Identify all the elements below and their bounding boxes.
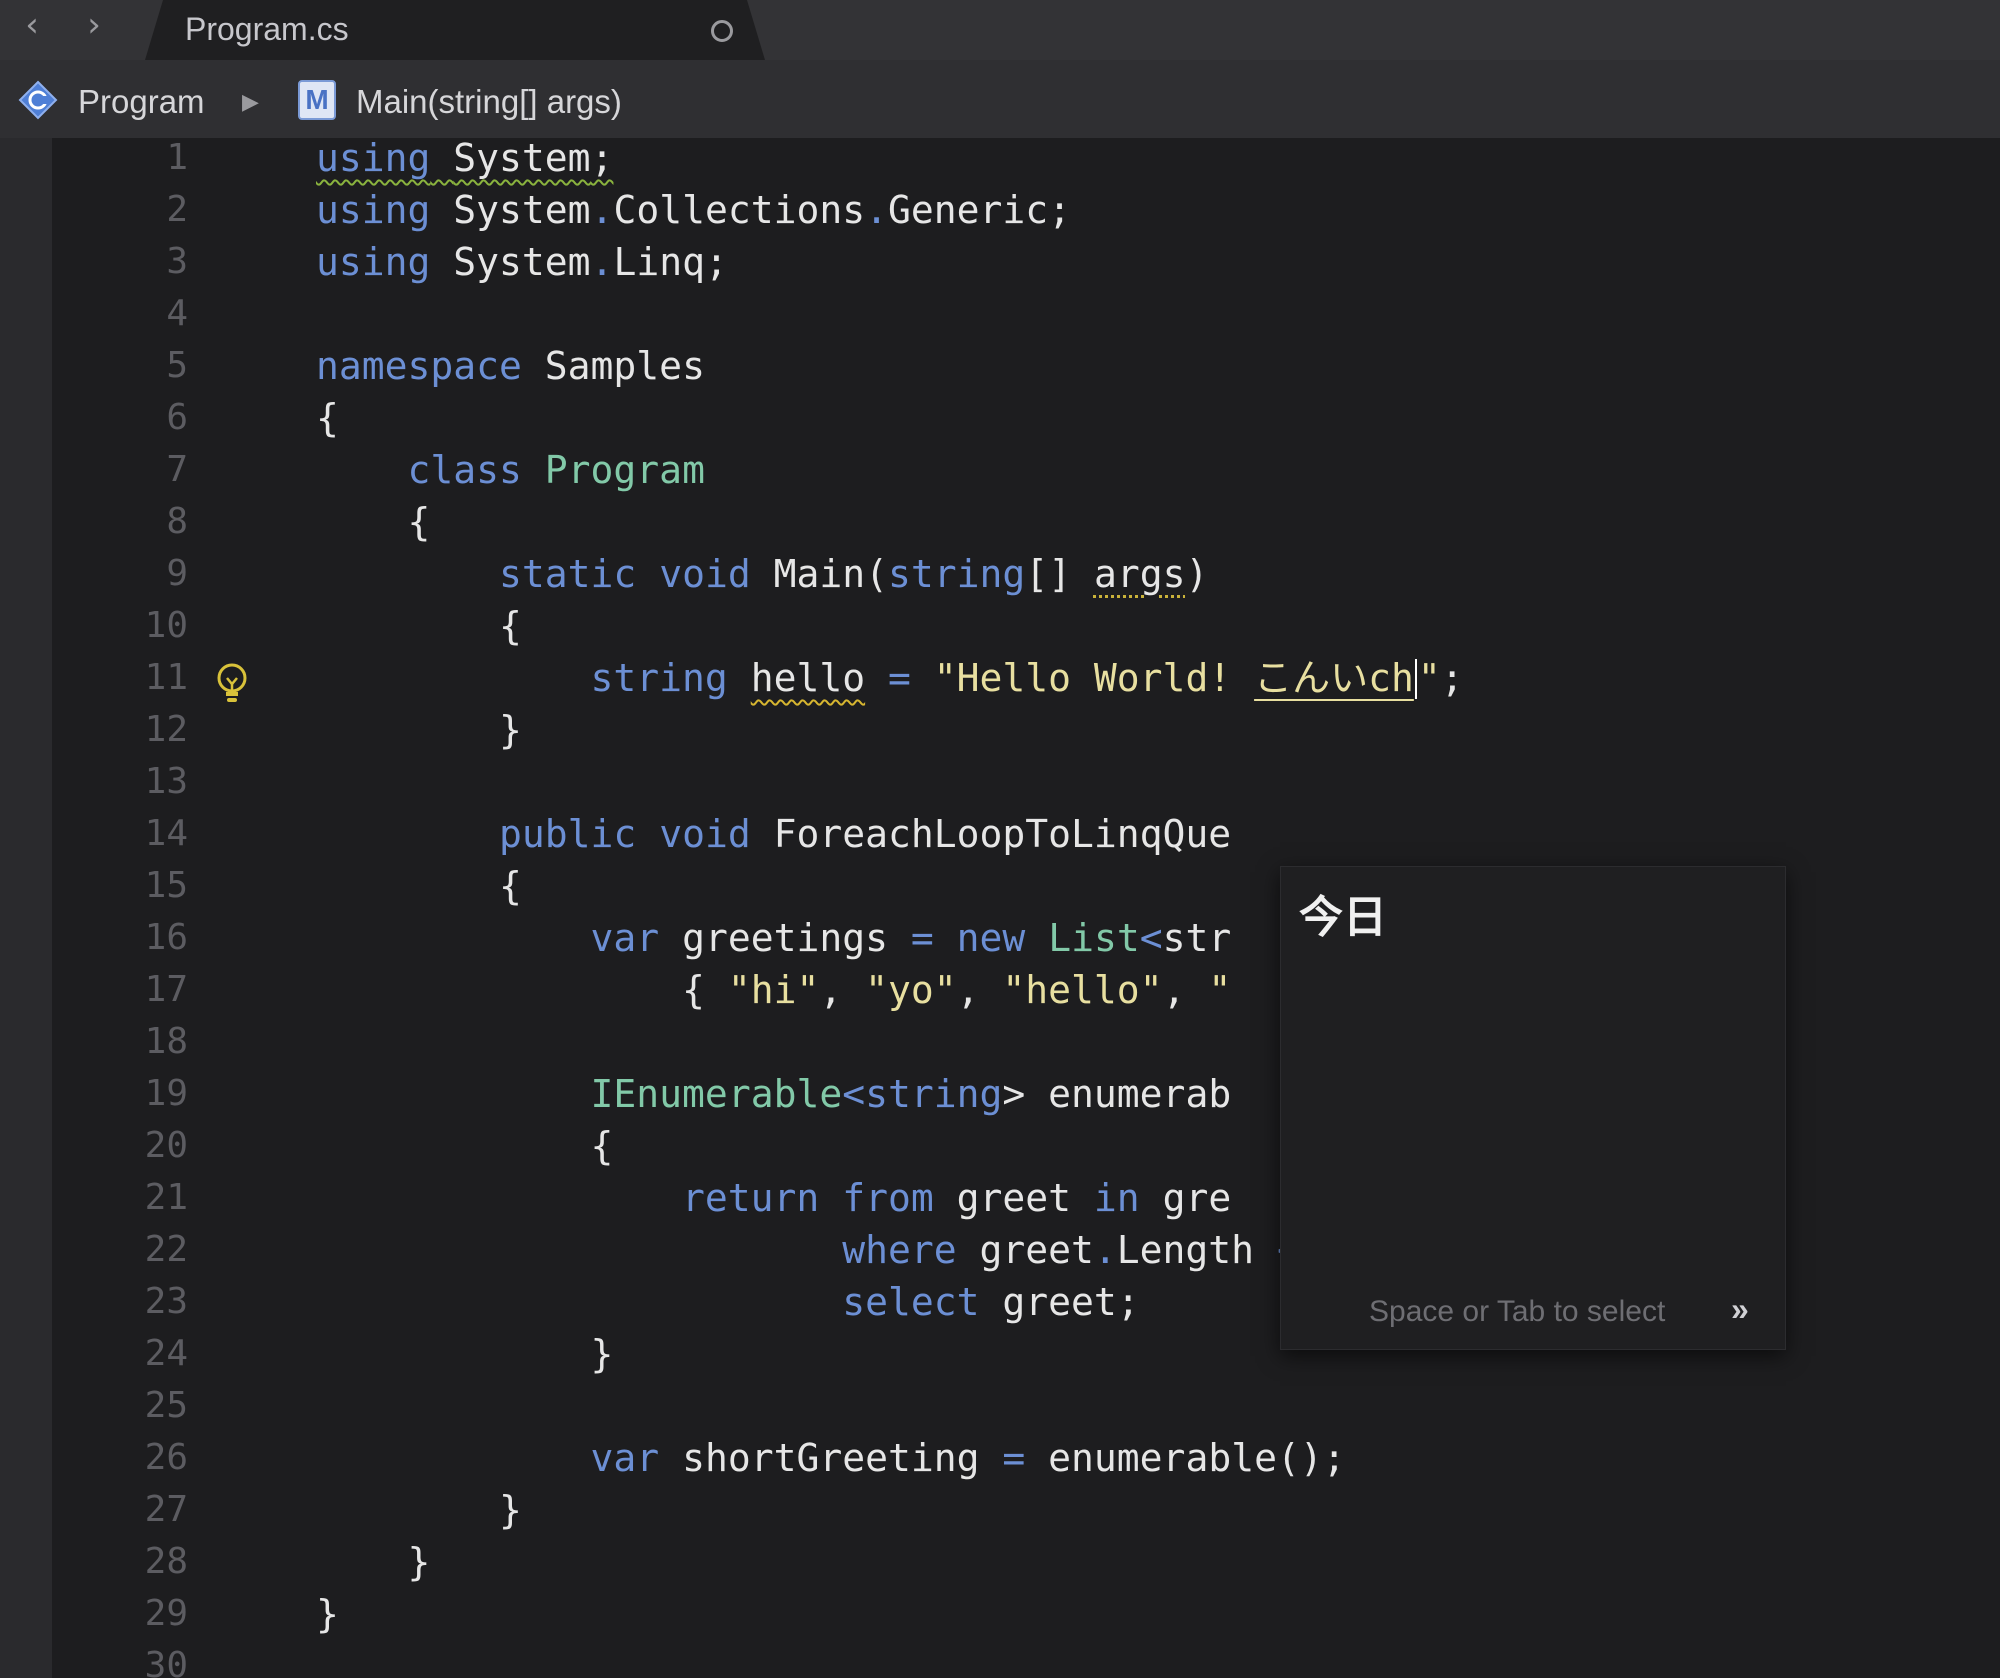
line-number: 4: [166, 293, 188, 334]
code-text[interactable]: namespace Samples: [316, 340, 705, 392]
line-number: 21: [144, 1177, 188, 1218]
class-icon: [18, 80, 58, 120]
code-text[interactable]: {: [316, 600, 522, 652]
code-text[interactable]: {: [316, 860, 522, 912]
code-line[interactable]: 12 }: [0, 704, 2000, 756]
code-text[interactable]: }: [316, 1588, 339, 1640]
tab-program-cs[interactable]: Program.cs: [145, 0, 765, 60]
line-number: 7: [166, 449, 188, 490]
code-line[interactable]: 27 }: [0, 1484, 2000, 1536]
code-text[interactable]: }: [316, 704, 522, 756]
code-line[interactable]: 8 {: [0, 496, 2000, 548]
line-number: 17: [144, 969, 188, 1010]
code-text[interactable]: }: [316, 1484, 522, 1536]
line-number: 29: [144, 1593, 188, 1634]
code-text[interactable]: {: [316, 392, 339, 444]
code-line[interactable]: 9 static void Main(string[] args): [0, 548, 2000, 600]
line-number: 24: [144, 1333, 188, 1374]
breadcrumb: Program ▶ M Main(string[] args): [0, 60, 2000, 138]
line-number: 20: [144, 1125, 188, 1166]
code-editor[interactable]: 1 using System; 2 using System.Collections.…: [0, 138, 2000, 1678]
code-line[interactable]: 11 string hello = "Hello World! こんいch ";: [0, 652, 2000, 704]
line-number: 22: [144, 1229, 188, 1270]
code-text[interactable]: string hello = "Hello World! こんいch ";: [316, 652, 1464, 704]
code-line[interactable]: 10 {: [0, 600, 2000, 652]
code-text[interactable]: using System.Collections.Generic;: [316, 184, 1071, 236]
line-number: 5: [166, 345, 188, 386]
code-line[interactable]: 29}: [0, 1588, 2000, 1640]
ime-candidate-popup[interactable]: 今日 Space or Tab to select »: [1280, 866, 1786, 1350]
code-text[interactable]: }: [316, 1536, 431, 1588]
lightbulb-icon[interactable]: [214, 662, 250, 706]
code-line[interactable]: 5 namespace Samples: [0, 340, 2000, 392]
circle-icon[interactable]: [711, 20, 733, 42]
tab-title: Program.cs: [185, 11, 349, 47]
code-line[interactable]: 28 }: [0, 1536, 2000, 1588]
code-text[interactable]: static void Main(string[] args): [316, 548, 1208, 600]
code-text[interactable]: IEnumerable<string> enumerab: [316, 1068, 1232, 1120]
code-line[interactable]: 2 using System.Collections.Generic;: [0, 184, 2000, 236]
code-text[interactable]: public void ForeachLoopToLinqQue: [316, 808, 1231, 860]
code-text[interactable]: class Program: [316, 444, 705, 496]
line-number: 2: [166, 189, 188, 230]
tab-bar: ‹ › Program.cs: [0, 0, 2000, 60]
breadcrumb-item-program[interactable]: Program: [78, 60, 205, 144]
line-number: 30: [144, 1645, 188, 1678]
ime-candidate-item[interactable]: 今日: [1299, 881, 1387, 945]
line-number: 8: [166, 501, 188, 542]
code-text[interactable]: }: [316, 1328, 614, 1380]
code-line[interactable]: 6{: [0, 392, 2000, 444]
code-text[interactable]: using System;: [316, 138, 613, 184]
code-line[interactable]: 25: [0, 1380, 2000, 1432]
code-text[interactable]: {: [316, 1120, 614, 1172]
code-line[interactable]: 1 using System;: [0, 138, 2000, 184]
code-line[interactable]: 30: [0, 1640, 2000, 1678]
code-text[interactable]: { "hi", "yo", "hello", ": [316, 964, 1231, 1016]
line-number: 10: [144, 605, 188, 646]
line-number: 14: [144, 813, 188, 854]
code-text[interactable]: return from greet in gre: [316, 1172, 1231, 1224]
code-text[interactable]: using System.Linq;: [316, 236, 728, 288]
line-number: 13: [144, 761, 188, 802]
line-number: 26: [144, 1437, 188, 1478]
code-text[interactable]: var greetings = new List<str: [316, 912, 1232, 964]
breadcrumb-item-main[interactable]: Main(string[] args): [356, 60, 622, 144]
line-number: 9: [166, 553, 188, 594]
method-icon: M: [298, 80, 336, 120]
code-line[interactable]: 26 var shortGreeting = enumerable();: [0, 1432, 2000, 1484]
line-number: 25: [144, 1385, 188, 1426]
code-text[interactable]: where greet.Length < 3: [316, 1224, 1345, 1276]
chevron-right-icon[interactable]: ›: [76, 2, 112, 48]
code-line[interactable]: 13: [0, 756, 2000, 808]
code-line[interactable]: 4: [0, 288, 2000, 340]
line-number: 27: [144, 1489, 188, 1530]
double-chevron-right-icon[interactable]: »: [1731, 1291, 1749, 1328]
ime-hint-text: Space or Tab to select: [1369, 1295, 1666, 1328]
ide-window: ‹ › Program.cs Program ▶ M Main(string[]…: [0, 0, 2000, 1678]
code-line[interactable]: 14 public void ForeachLoopToLinqQue: [0, 808, 2000, 860]
line-number: 6: [166, 397, 188, 438]
line-number: 11: [144, 657, 188, 698]
code-line[interactable]: 7 class Program: [0, 444, 2000, 496]
code-text[interactable]: var shortGreeting = enumerable();: [316, 1432, 1346, 1484]
line-number: 18: [144, 1021, 188, 1062]
code-line[interactable]: 3 using System.Linq;: [0, 236, 2000, 288]
line-number: 3: [166, 241, 188, 282]
line-number: 15: [144, 865, 188, 906]
line-number: 12: [144, 709, 188, 750]
line-number: 23: [144, 1281, 188, 1322]
chevron-left-icon[interactable]: ‹: [14, 2, 50, 48]
line-number: 16: [144, 917, 188, 958]
code-text[interactable]: select greet;: [316, 1276, 1139, 1328]
line-number: 19: [144, 1073, 188, 1114]
code-text[interactable]: {: [316, 496, 431, 548]
breadcrumb-separator: ▶: [242, 89, 259, 114]
line-number: 28: [144, 1541, 188, 1582]
line-number: 1: [166, 138, 188, 178]
